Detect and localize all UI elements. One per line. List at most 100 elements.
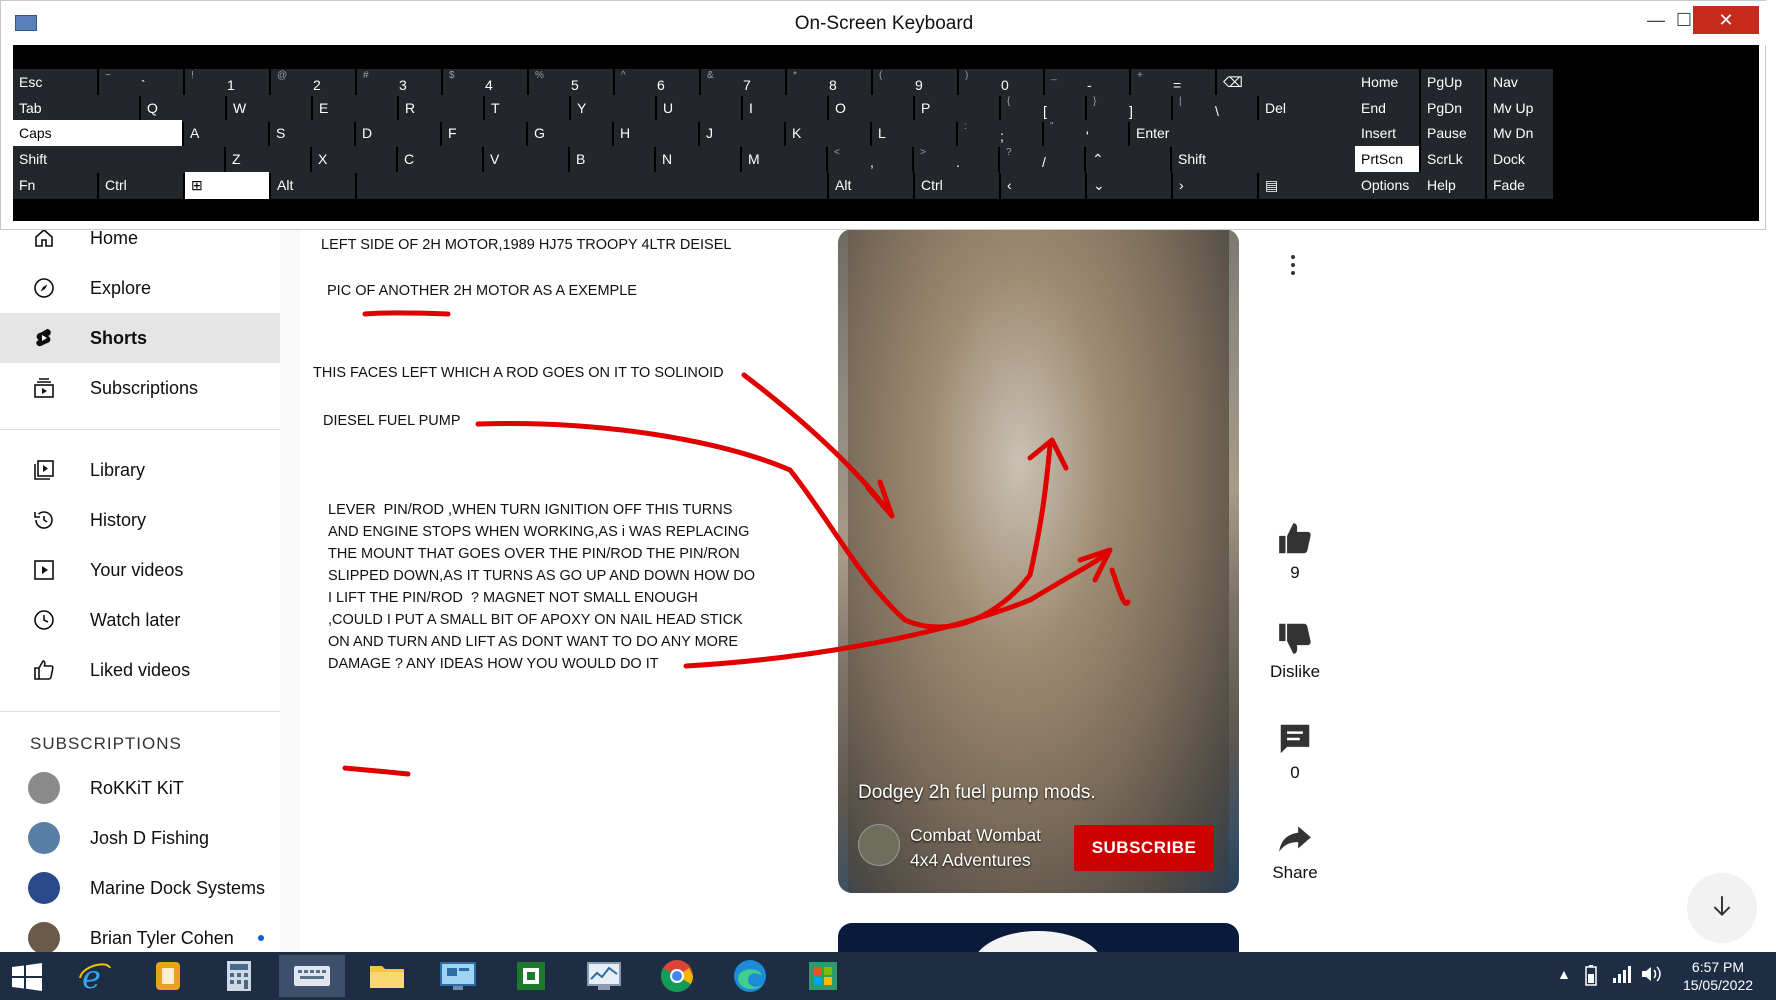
key-0-1[interactable]: ~ `: [99, 69, 183, 96]
channel-name[interactable]: Combat Wombat 4x4 Adventures: [910, 823, 1041, 873]
key-4-4[interactable]: [357, 172, 827, 199]
key-0-5[interactable]: $4: [443, 69, 527, 96]
sidebar-item-watch-later[interactable]: Watch later: [0, 595, 280, 645]
key-1-14[interactable]: Del: [1259, 95, 1366, 122]
key-4-5[interactable]: Alt: [829, 172, 913, 199]
key-0-14[interactable]: ⌫: [1217, 69, 1366, 96]
key-4-1[interactable]: Ctrl: [99, 172, 183, 199]
key-2-4[interactable]: F: [442, 120, 526, 147]
key-1-13[interactable]: | \: [1173, 95, 1257, 122]
key-0-2[interactable]: ! 1: [185, 69, 269, 96]
sidebar-item-your-videos[interactable]: Your videos: [0, 545, 280, 595]
nav-key-1-0[interactable]: End: [1355, 95, 1419, 122]
osk-titlebar[interactable]: On-Screen Keyboard — ☐ ✕: [1, 1, 1767, 45]
system-clock[interactable]: 6:57 PM 15/05/2022: [1668, 958, 1768, 994]
nav-key-3-2[interactable]: Dock: [1487, 146, 1553, 173]
key-2-9[interactable]: L: [872, 120, 956, 147]
minimize-button[interactable]: —: [1641, 7, 1671, 33]
nav-key-4-2[interactable]: Fade: [1487, 172, 1553, 199]
nav-key-4-1[interactable]: Help: [1421, 172, 1485, 199]
key-2-3[interactable]: D: [356, 120, 440, 147]
sidebar-item-subscriptions[interactable]: Subscriptions: [0, 363, 280, 413]
key-3-7[interactable]: M: [742, 146, 826, 173]
key-3-8[interactable]: <,: [828, 146, 912, 173]
folder-icon[interactable]: [354, 955, 420, 997]
key-1-12[interactable]: }]: [1087, 95, 1171, 122]
sidebar-item-history[interactable]: History: [0, 495, 280, 545]
subscription-item[interactable]: Marine Dock Systems: [0, 863, 280, 913]
nav-key-0-0[interactable]: Home: [1355, 69, 1419, 96]
tray-expand-icon[interactable]: ▲: [1557, 966, 1571, 982]
key-3-1[interactable]: Z: [226, 146, 310, 173]
key-4-9[interactable]: ›: [1173, 172, 1257, 199]
volume-icon[interactable]: [1640, 964, 1662, 987]
sidebar-item-shorts[interactable]: Shorts: [0, 313, 280, 363]
key-2-6[interactable]: H: [614, 120, 698, 147]
key-0-8[interactable]: & 7: [701, 69, 785, 96]
nav-key-1-2[interactable]: Mv Up: [1487, 95, 1553, 122]
nav-key-3-0[interactable]: PrtScn: [1355, 146, 1419, 173]
calculator-icon[interactable]: [206, 955, 272, 997]
key-4-7[interactable]: ‹: [1001, 172, 1085, 199]
nav-key-3-1[interactable]: ScrLk: [1421, 146, 1485, 173]
subscription-item[interactable]: Josh D Fishing: [0, 813, 280, 863]
key-2-7[interactable]: J: [700, 120, 784, 147]
share-button[interactable]: Share: [1240, 820, 1350, 883]
key-2-11[interactable]: " ': [1044, 120, 1128, 147]
app-green-icon[interactable]: [498, 955, 564, 997]
network-icon[interactable]: [1612, 964, 1632, 987]
key-1-6[interactable]: Y: [571, 95, 655, 122]
key-0-6[interactable]: % 5: [529, 69, 613, 96]
key-0-7[interactable]: ^ 6: [615, 69, 699, 96]
sidebar-item-explore[interactable]: Explore: [0, 263, 280, 313]
sidebar-item-liked-videos[interactable]: Liked videos: [0, 645, 280, 695]
chrome-icon[interactable]: [644, 955, 710, 997]
key-0-10[interactable]: (9: [873, 69, 957, 96]
key-0-3[interactable]: @2: [271, 69, 355, 96]
channel-avatar[interactable]: [858, 824, 900, 866]
comments-button[interactable]: 0: [1240, 720, 1350, 783]
key-1-2[interactable]: W: [227, 95, 311, 122]
key-0-4[interactable]: #3: [357, 69, 441, 96]
nav-key-4-0[interactable]: Options: [1355, 172, 1419, 199]
key-0-12[interactable]: _ -: [1045, 69, 1129, 96]
key-4-3[interactable]: Alt: [271, 172, 355, 199]
battery-icon[interactable]: [1582, 964, 1600, 989]
key-0-9[interactable]: * 8: [787, 69, 871, 96]
key-3-11[interactable]: ⌃: [1086, 146, 1170, 173]
nav-key-0-1[interactable]: PgUp: [1421, 69, 1485, 96]
key-2-0[interactable]: Caps: [13, 120, 182, 147]
key-2-8[interactable]: K: [786, 120, 870, 147]
key-1-8[interactable]: I: [743, 95, 827, 122]
key-0-11[interactable]: ) 0: [959, 69, 1043, 96]
key-1-7[interactable]: U: [657, 95, 741, 122]
key-3-0[interactable]: Shift: [13, 146, 224, 173]
keyboard-icon[interactable]: [279, 955, 345, 997]
key-3-3[interactable]: C: [398, 146, 482, 173]
key-3-9[interactable]: >.: [914, 146, 998, 173]
scroll-down-button[interactable]: [1687, 873, 1757, 943]
key-3-2[interactable]: X: [312, 146, 396, 173]
short-video-player[interactable]: Dodgey 2h fuel pump mods. Combat Wombat …: [838, 229, 1239, 893]
sidebar-item-library[interactable]: Library: [0, 445, 280, 495]
close-button[interactable]: ✕: [1693, 6, 1759, 34]
key-3-10[interactable]: ? /: [1000, 146, 1084, 173]
key-1-10[interactable]: P: [915, 95, 999, 122]
key-1-4[interactable]: R: [399, 95, 483, 122]
more-options-icon[interactable]: [1288, 254, 1298, 281]
key-2-5[interactable]: G: [528, 120, 612, 147]
like-button[interactable]: 9: [1240, 520, 1350, 583]
system-monitor-icon[interactable]: [571, 955, 637, 997]
key-2-10[interactable]: :;: [958, 120, 1042, 147]
key-3-6[interactable]: N: [656, 146, 740, 173]
nav-key-0-2[interactable]: Nav: [1487, 69, 1553, 96]
key-4-0[interactable]: Fn: [13, 172, 97, 199]
key-4-2[interactable]: ⊞: [185, 172, 269, 199]
internet-explorer-icon[interactable]: e: [62, 955, 128, 997]
edge-icon[interactable]: [717, 955, 783, 997]
key-3-5[interactable]: B: [570, 146, 654, 173]
key-3-12[interactable]: Shift: [1172, 146, 1363, 173]
key-1-9[interactable]: O: [829, 95, 913, 122]
nav-key-1-1[interactable]: PgDn: [1421, 95, 1485, 122]
nav-key-2-2[interactable]: Mv Dn: [1487, 120, 1553, 147]
